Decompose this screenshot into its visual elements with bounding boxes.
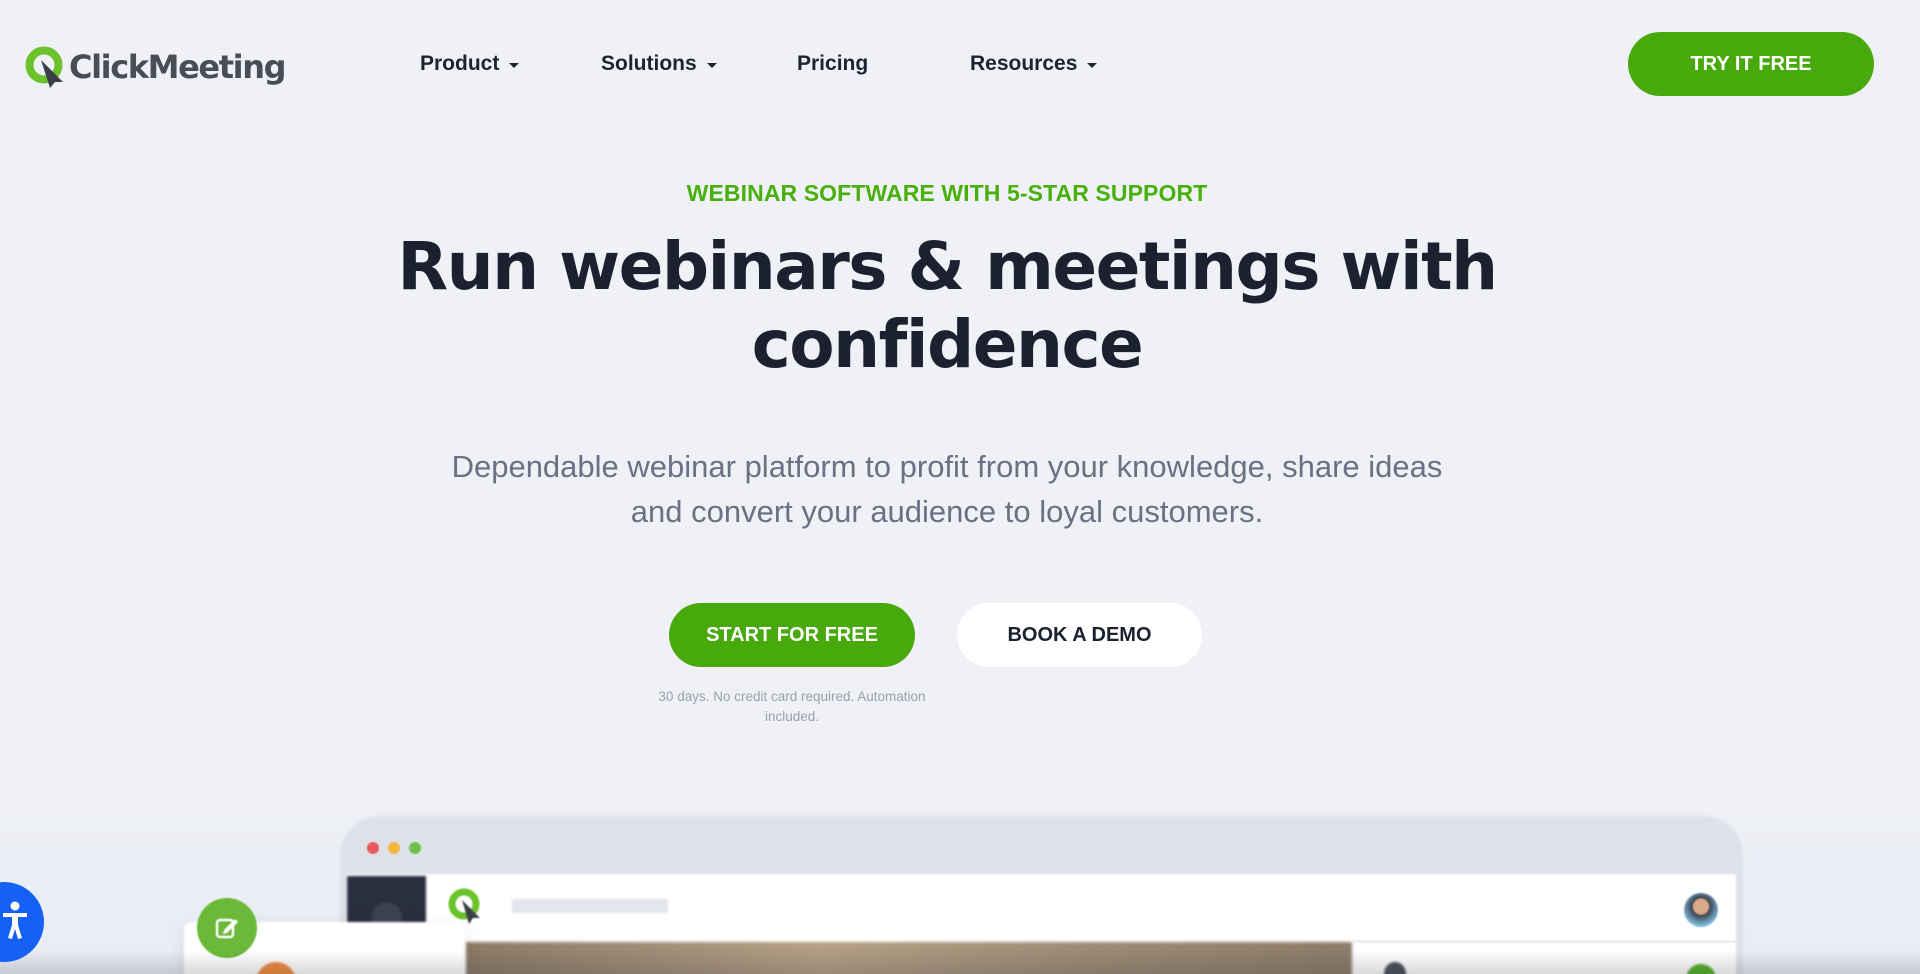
logo[interactable]: ClickMeeting <box>24 44 286 90</box>
nav-product-label: Product <box>420 52 500 75</box>
edit-icon <box>197 898 257 958</box>
hero-subline-line2: and convert your audience to loyal custo… <box>630 494 1264 529</box>
nav-solutions-label: Solutions <box>601 52 697 75</box>
book-a-demo-button[interactable]: BOOK A DEMO <box>957 603 1202 667</box>
hero-headline-line2: confidence <box>751 306 1144 383</box>
chevron-down-icon <box>509 62 520 68</box>
start-for-free-button[interactable]: START FOR FREE <box>669 603 915 667</box>
try-it-free-button[interactable]: TRY IT FREE <box>1628 32 1874 96</box>
bottom-shadow <box>0 950 1920 974</box>
accessibility-icon <box>2 900 28 945</box>
trial-note: 30 days. No credit card required. Automa… <box>650 687 934 727</box>
nav-solutions[interactable]: Solutions <box>601 48 717 80</box>
logo-text: ClickMeeting <box>69 48 286 86</box>
chevron-down-icon <box>1087 62 1098 68</box>
nav-resources[interactable]: Resources <box>970 48 1098 80</box>
nav-product[interactable]: Product <box>420 48 520 80</box>
hero-eyebrow: WEBINAR SOFTWARE WITH 5-STAR SUPPORT <box>686 180 1208 206</box>
mockup-search-bar <box>512 899 668 913</box>
mockup-divider <box>1352 940 1736 943</box>
trial-note-line1: 30 days. No credit card required. Automa… <box>658 689 926 704</box>
nav-resources-label: Resources <box>970 52 1078 75</box>
window-close-dot <box>367 842 379 854</box>
chevron-down-icon <box>706 62 717 68</box>
page: ClickMeeting Product Solutions Pricing R… <box>0 0 1920 974</box>
site-header: ClickMeeting Product Solutions Pricing R… <box>0 0 1920 128</box>
hero-subline: Dependable webinar platform to profit fr… <box>400 444 1494 534</box>
hero-headline-line1: Run webinars & meetings with <box>397 228 1498 305</box>
window-minimize-dot <box>388 842 400 854</box>
trial-note-line2: included. <box>764 709 820 724</box>
hero-headline: Run webinars & meetings with confidence <box>380 228 1514 384</box>
mockup-user-avatar <box>1684 893 1718 927</box>
clickmeeting-logo-icon <box>24 44 68 90</box>
hero-subline-line1: Dependable webinar platform to profit fr… <box>451 449 1443 484</box>
nav-pricing-label: Pricing <box>797 52 869 75</box>
window-maximize-dot <box>409 842 421 854</box>
nav-pricing[interactable]: Pricing <box>797 48 868 80</box>
